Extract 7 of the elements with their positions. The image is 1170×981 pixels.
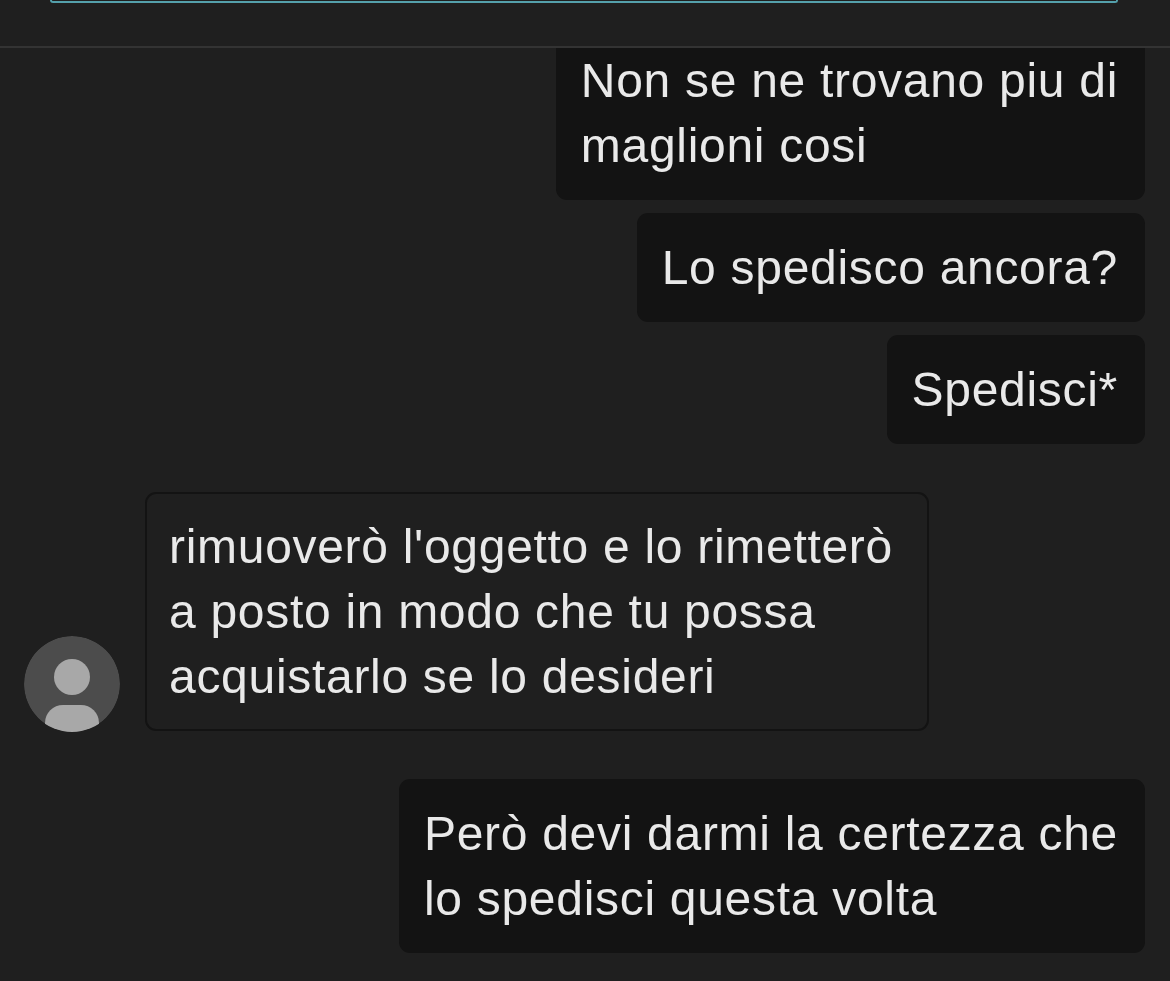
- message-bubble: Spedisci*: [886, 335, 1145, 444]
- message-bubble: Però devi darmi la certezza che lo spedisci questa volta: [399, 779, 1145, 953]
- input-field[interactable]: [50, 0, 1118, 3]
- message-bubble: rimuoverò l'oggetto e lo rimetterò a posto in modo che tu possa acquistarlo se lo desideri: [145, 492, 929, 731]
- message-bubble: Lo spedisco ancora?: [636, 213, 1145, 322]
- message-bubble: Non se ne trovano piu di maglioni cosi: [555, 48, 1145, 200]
- user-avatar-icon: [24, 636, 120, 732]
